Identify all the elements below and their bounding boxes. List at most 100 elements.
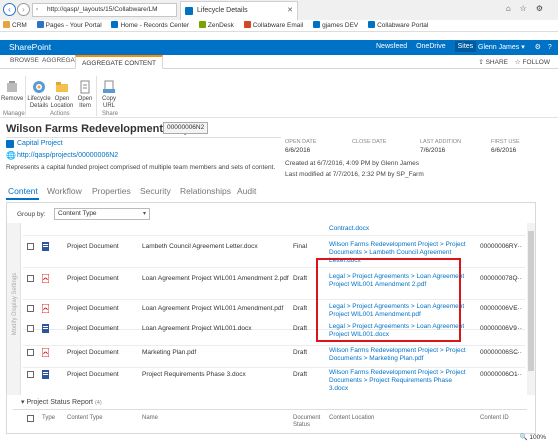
row-content-type: Project Document bbox=[67, 371, 119, 378]
row-checkbox[interactable] bbox=[27, 243, 34, 250]
suite-link-onedrive[interactable]: OneDrive bbox=[416, 43, 446, 50]
more-icon[interactable]: ... bbox=[515, 324, 522, 331]
open-location-button[interactable]: Open Location bbox=[50, 80, 74, 109]
fav-crm[interactable]: CRM bbox=[3, 20, 27, 32]
ribbon: Remove Lifecycle Details Open Location O… bbox=[0, 70, 558, 118]
row-name[interactable]: Loan Agreement Project WIL001.docx bbox=[142, 325, 251, 332]
user-menu[interactable]: Glenn James ▾ ⚙ ? bbox=[478, 43, 552, 51]
row-content-type: Project Document bbox=[67, 243, 119, 250]
fav-email[interactable]: Collabware Email bbox=[243, 20, 303, 32]
tab-security[interactable]: Security bbox=[140, 186, 171, 196]
remove-icon bbox=[5, 80, 19, 94]
column-header-content-location[interactable]: Content Location bbox=[329, 415, 374, 422]
page-icon bbox=[36, 21, 44, 28]
pdf-document-icon bbox=[42, 304, 49, 313]
row-location-link[interactable]: Wilson Farms Redevelopment Project > Pro… bbox=[329, 347, 469, 363]
open-item-button[interactable]: Open Item bbox=[73, 80, 97, 109]
fav-pages[interactable]: Pages - Your Portal bbox=[36, 20, 102, 32]
page-tabs: Content Workflow Properties Security Rel… bbox=[6, 186, 546, 200]
suite-link-newsfeed[interactable]: Newsfeed bbox=[376, 43, 407, 50]
remove-button[interactable]: Remove bbox=[1, 80, 23, 103]
chevron-down-icon: ▾ bbox=[521, 44, 525, 51]
row-checkbox[interactable] bbox=[27, 349, 34, 356]
row-location-link[interactable]: Wilson Farms Redevelopment Project > Pro… bbox=[329, 369, 469, 393]
display-settings-strip[interactable]: Modify Display Settings bbox=[7, 223, 21, 395]
more-icon[interactable]: ... bbox=[515, 348, 522, 355]
fav-dev[interactable]: gjames DEV bbox=[313, 20, 358, 32]
copy-url-button[interactable]: Copy URL bbox=[97, 80, 121, 109]
column-header-name[interactable]: Name bbox=[142, 415, 158, 422]
project-type-icon bbox=[6, 140, 14, 148]
row-content-type: Project Document bbox=[67, 305, 119, 312]
tab-workflow[interactable]: Workflow bbox=[47, 186, 82, 196]
tab-audit[interactable]: Audit bbox=[237, 186, 256, 196]
row-name[interactable]: Loan Agreement Project WIL001 Amendment … bbox=[142, 275, 289, 282]
column-header-content-type[interactable]: Content Type bbox=[67, 415, 103, 422]
forward-icon[interactable]: › bbox=[17, 3, 30, 16]
group-header-status-report[interactable]: ▾ Project Status Report (4) bbox=[21, 398, 102, 406]
row-status: Draft bbox=[293, 325, 308, 332]
close-date-label: CLOSE DATE bbox=[352, 139, 387, 145]
share-icon: ⇪ bbox=[478, 59, 486, 66]
fav-zendesk[interactable]: ZenDesk bbox=[198, 20, 234, 32]
partial-location-link[interactable]: Contract.docx bbox=[329, 225, 369, 232]
browser-tab[interactable]: Lifecycle Details ✕ bbox=[180, 1, 298, 20]
address-bar[interactable]: ▫ http://qasp/_layouts/15/Collabware/LM bbox=[32, 3, 177, 17]
tab-content[interactable]: Content bbox=[8, 186, 38, 196]
zoom-level[interactable]: 🔍 100% bbox=[519, 433, 546, 441]
tab-properties[interactable]: Properties bbox=[92, 186, 131, 196]
suite-bar: SharePoint Newsfeed OneDrive Sites Glenn… bbox=[0, 40, 558, 55]
group-divider bbox=[13, 409, 527, 410]
more-icon[interactable]: ... bbox=[515, 304, 522, 311]
project-url-link[interactable]: http://qasp/projects/00000006N2 bbox=[17, 152, 118, 159]
row-content-type: Project Document bbox=[67, 325, 119, 332]
row-name[interactable]: Project Requirements Phase 3.docx bbox=[142, 371, 246, 378]
more-icon[interactable]: ... bbox=[515, 274, 522, 281]
row-checkbox[interactable] bbox=[27, 371, 34, 378]
suite-link-sites[interactable]: Sites bbox=[454, 41, 477, 52]
row-checkbox[interactable] bbox=[27, 325, 34, 332]
row-name[interactable]: Marketing Plan.pdf bbox=[142, 349, 196, 356]
tab-close-icon[interactable]: ✕ bbox=[287, 2, 293, 19]
scrollbar-thumb[interactable] bbox=[528, 231, 534, 371]
project-id-badge: 00000006N2 bbox=[163, 122, 209, 134]
group-by-select[interactable]: Content Type ▾ bbox=[54, 208, 150, 220]
tab-browse[interactable]: BROWSE bbox=[10, 57, 39, 64]
table-row[interactable]: Project Document Marketing Plan.pdf Draf… bbox=[23, 347, 525, 369]
row-checkbox[interactable] bbox=[27, 305, 34, 312]
help-icon[interactable]: ? bbox=[548, 44, 552, 51]
row-status: Final bbox=[293, 243, 308, 250]
row-name[interactable]: Loan Agreement Project WIL001 Amendment.… bbox=[142, 305, 283, 312]
suite-brand[interactable]: SharePoint bbox=[9, 42, 51, 52]
window-controls[interactable]: ⌂☆⚙ bbox=[506, 4, 552, 13]
row-status: Draft bbox=[293, 275, 308, 282]
display-settings-label: Modify Display Settings bbox=[12, 272, 18, 336]
lifecycle-details-button[interactable]: Lifecycle Details bbox=[27, 80, 51, 109]
more-icon[interactable]: ... bbox=[515, 242, 522, 249]
column-header-type[interactable]: Type bbox=[42, 415, 55, 422]
more-icon[interactable]: ... bbox=[515, 370, 522, 377]
gear-icon[interactable]: ⚙ bbox=[535, 44, 541, 51]
tab-relationships[interactable]: Relationships bbox=[180, 186, 231, 196]
suite-links: Newsfeed OneDrive Sites bbox=[376, 41, 483, 52]
fav-records[interactable]: Home - Records Center bbox=[111, 20, 189, 32]
row-checkbox[interactable] bbox=[27, 275, 34, 282]
table-row[interactable]: Project Document Project Requirements Ph… bbox=[23, 369, 525, 393]
project-type-link[interactable]: Capital Project bbox=[17, 140, 63, 147]
last-addition-value: 7/6/2016 bbox=[420, 147, 446, 154]
tab-aggregate-content[interactable]: AGGREGATE CONTENT bbox=[75, 55, 163, 69]
header-divider bbox=[6, 137, 281, 138]
page-icon: ▫ bbox=[36, 6, 39, 13]
share-button[interactable]: ⇪ SHARE bbox=[478, 58, 508, 66]
word-document-icon bbox=[42, 242, 49, 251]
column-header-content-id[interactable]: Content ID bbox=[480, 415, 509, 422]
back-icon[interactable]: ‹ bbox=[3, 3, 16, 16]
row-status: Draft bbox=[293, 349, 308, 356]
select-all-checkbox[interactable] bbox=[27, 415, 34, 422]
row-name[interactable]: Lambeth Council Agreement Letter.docx bbox=[142, 243, 258, 250]
lifecycle-icon bbox=[32, 80, 46, 94]
column-header-document-status[interactable]: Document Status bbox=[293, 415, 323, 429]
follow-button[interactable]: ☆ FOLLOW bbox=[515, 58, 550, 66]
copy-url-icon bbox=[102, 80, 116, 94]
fav-portal[interactable]: Collabware Portal bbox=[368, 20, 428, 32]
